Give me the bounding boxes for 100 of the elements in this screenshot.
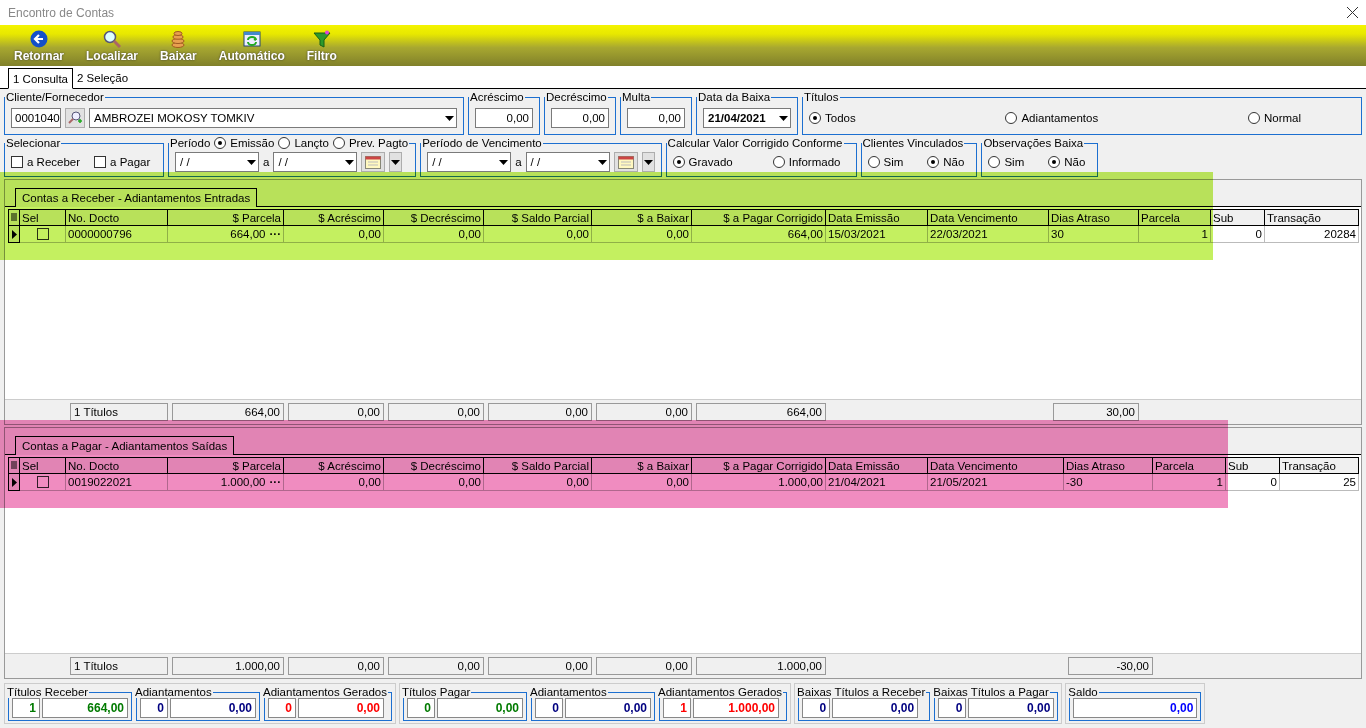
amount-field[interactable]: 0,00 xyxy=(475,108,533,128)
amount-field: 0,00 xyxy=(170,698,256,718)
calendar-icon xyxy=(365,155,382,169)
total-value: 0,00 xyxy=(388,657,484,675)
column-header[interactable]: Transação xyxy=(1280,457,1359,474)
group-label: Clientes Vinculados xyxy=(862,137,964,149)
option-label: Informado xyxy=(788,156,841,168)
option-label: Emissão xyxy=(230,137,275,149)
group-label: Adiantamentos Gerados xyxy=(263,686,388,698)
checkbox[interactable] xyxy=(11,156,23,168)
caret-icon xyxy=(499,159,509,165)
name-combo[interactable]: AMBROZEI MOKOSY TOMKIV xyxy=(89,108,457,128)
option-label: Não xyxy=(943,156,965,168)
radio-button[interactable] xyxy=(214,137,227,149)
option-label: a Pagar xyxy=(110,156,151,168)
caret-icon xyxy=(643,159,653,165)
column-header[interactable]: Transação xyxy=(1265,209,1359,226)
window-title: Encontro de Contas xyxy=(8,5,115,20)
radio-button[interactable] xyxy=(927,156,940,168)
calendar-icon xyxy=(617,155,634,169)
count-field: 0 xyxy=(407,698,436,718)
total-value: -30,00 xyxy=(1068,657,1153,675)
filter-icon xyxy=(312,30,331,48)
radio-button[interactable] xyxy=(1247,112,1260,124)
option-label: Adiantamentos xyxy=(1021,112,1099,124)
amount-field[interactable]: 0,00 xyxy=(551,108,609,128)
caret-icon xyxy=(391,159,401,165)
radio-button[interactable] xyxy=(1005,112,1018,124)
radio-button[interactable] xyxy=(809,112,821,124)
date-field[interactable]: / / xyxy=(175,152,259,172)
option-label: Prev. Pagto xyxy=(348,137,409,149)
total-value: 0,00 xyxy=(288,657,384,675)
group-label: Baixas Títulos a Pagar xyxy=(933,686,1049,698)
count-field: 1 xyxy=(663,698,692,718)
date-field[interactable]: / / xyxy=(525,152,610,172)
dropdown-button[interactable] xyxy=(389,152,403,172)
radio-button[interactable] xyxy=(1048,156,1061,168)
group-label: Calcular Valor Corrigido Conforme xyxy=(667,137,843,149)
group-label: Baixas Títulos a Receber xyxy=(797,686,926,698)
count-field: 0 xyxy=(535,698,564,718)
refresh-window-icon xyxy=(242,30,261,48)
count-field: 0 xyxy=(268,698,296,718)
group-label: Adiantamentos Gerados xyxy=(658,686,783,698)
total-value: 1.000,00 xyxy=(696,657,826,675)
table-cell: 20284 xyxy=(1265,226,1359,243)
calendar-button[interactable] xyxy=(613,152,638,172)
option-label: Lançto xyxy=(294,137,329,149)
range-separator: a xyxy=(515,156,522,168)
group-label: Multa xyxy=(622,91,651,103)
total-value: 1.000,00 xyxy=(172,657,284,675)
count-field: 0 xyxy=(802,698,831,718)
search-icon xyxy=(103,30,122,48)
total-count: 1 Títulos xyxy=(70,657,168,675)
code-field[interactable]: 0001040 xyxy=(11,108,61,128)
date-field[interactable]: 21/04/2021 xyxy=(703,108,791,128)
count-field: 1 xyxy=(12,698,40,718)
tab[interactable]: 1 Consulta xyxy=(8,68,73,89)
date-field[interactable]: / / xyxy=(427,152,512,172)
calendar-button[interactable] xyxy=(361,152,386,172)
amount-field: 0,00 xyxy=(1073,698,1198,718)
group-label: Títulos Receber xyxy=(7,686,89,698)
checkbox[interactable] xyxy=(94,156,107,168)
group-label: Observações Baixa xyxy=(983,137,1084,149)
close-icon[interactable] xyxy=(1347,7,1358,18)
radio-button[interactable] xyxy=(772,156,785,168)
group-label: Adiantamentos xyxy=(530,686,607,698)
amount-field: 0,00 xyxy=(832,698,919,718)
group-label: Selecionar xyxy=(6,137,61,149)
option-label: Normal xyxy=(1263,112,1301,124)
radio-button[interactable] xyxy=(278,137,291,149)
range-separator: a xyxy=(263,156,270,168)
amount-field: 0,00 xyxy=(968,698,1055,718)
table-cell: 25 xyxy=(1280,474,1359,491)
caret-icon xyxy=(247,159,256,165)
radio-button[interactable] xyxy=(672,156,685,168)
amount-field[interactable]: 0,00 xyxy=(627,108,685,128)
amount-field: 0,00 xyxy=(565,698,652,718)
group-label: Adiantamentos xyxy=(135,686,212,698)
group-label: Decréscimo xyxy=(546,91,607,103)
caret-icon xyxy=(345,159,355,165)
column-header[interactable]: Sub xyxy=(1226,457,1280,474)
option-label: Sim xyxy=(1004,156,1025,168)
group-label: Saldo xyxy=(1068,686,1098,698)
column-header[interactable]: Sub xyxy=(1211,209,1265,226)
date-field[interactable]: / / xyxy=(273,152,358,172)
radio-button[interactable] xyxy=(867,156,880,168)
lookup-button[interactable] xyxy=(65,108,85,128)
caret-icon xyxy=(597,159,607,165)
total-value: 0,00 xyxy=(596,657,692,675)
radio-button[interactable] xyxy=(332,137,345,149)
back-arrow-icon xyxy=(30,30,48,48)
group-label: Período xyxy=(170,137,211,149)
option-label: Sim xyxy=(883,156,904,168)
tab[interactable]: 2 Seleção xyxy=(73,68,133,88)
radio-button[interactable] xyxy=(988,156,1001,168)
option-label: Gravado xyxy=(688,156,733,168)
total-value: 0,00 xyxy=(488,657,592,675)
dropdown-button[interactable] xyxy=(641,152,655,172)
option-label: Todos xyxy=(825,112,856,124)
search-icon xyxy=(68,111,82,125)
